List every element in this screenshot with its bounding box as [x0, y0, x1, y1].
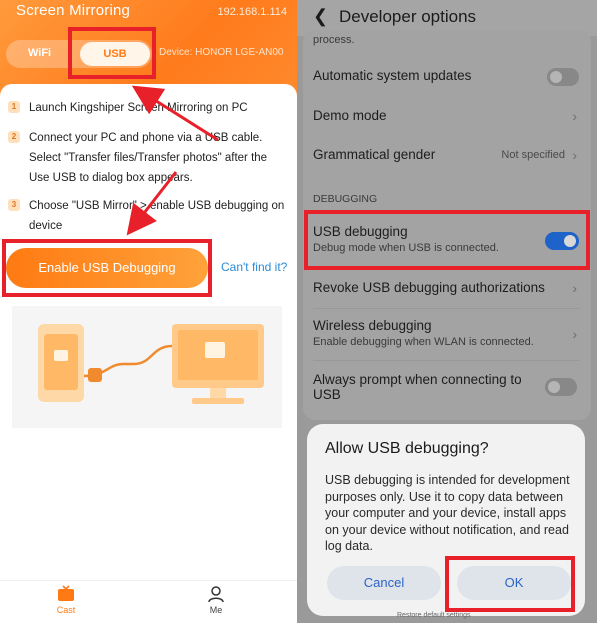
step-number: 2 [8, 131, 20, 143]
enable-usb-debugging-button[interactable]: Enable USB Debugging [6, 248, 208, 288]
cancel-button[interactable]: Cancel [327, 566, 441, 600]
cant-find-link[interactable]: Can't find it? [221, 260, 287, 274]
step-text: Launch Kingshiper Screen Mirroring on PC [29, 102, 248, 114]
tab-usb[interactable]: USB [80, 42, 150, 66]
setting-subtitle: Enable debugging when WLAN is connected. [313, 336, 534, 348]
chevron-right-icon: › [572, 326, 577, 342]
setting-label: Revoke USB debugging authorizations [313, 280, 545, 295]
phone-to-pc-illustration [38, 324, 264, 404]
always-prompt-toggle[interactable] [545, 378, 577, 396]
divider [313, 266, 579, 267]
step-number: 1 [8, 101, 20, 113]
device-label: Device: HONOR LGE-AN00 [159, 47, 284, 58]
setting-label: USB debugging [313, 224, 408, 239]
gender-value: Not specified [501, 149, 565, 161]
setting-wireless-debugging[interactable]: Wireless debugging Enable debugging when… [313, 318, 583, 348]
ok-button[interactable]: OK [457, 566, 571, 600]
setting-label: Grammatical gender [313, 147, 436, 162]
chevron-right-icon: › [572, 280, 577, 296]
setting-always-prompt[interactable]: Always prompt when connecting to USB [313, 372, 533, 402]
setting-subtitle: Debug mode when USB is connected. [313, 242, 499, 254]
debugging-section-header: DEBUGGING [313, 193, 378, 205]
chevron-right-icon: › [572, 108, 577, 124]
dialog-body: USB debugging is intended for developmen… [325, 473, 570, 553]
ip-address: 192.168.1.114 [217, 6, 287, 18]
connection-illustration [12, 306, 282, 428]
setting-label: Wireless debugging [313, 318, 432, 333]
tab-cast-label: Cast [56, 605, 76, 615]
setting-demo-mode[interactable]: Demo mode › [313, 108, 583, 124]
step-number: 3 [8, 199, 20, 211]
tab-me[interactable]: Me [186, 585, 246, 615]
setting-grammatical-gender[interactable]: Grammatical gender Not specified › [313, 147, 583, 163]
back-arrow-icon[interactable]: ❮ [313, 6, 328, 27]
user-icon [208, 586, 224, 603]
debugging-list: USB debugging Debug mode when USB is con… [303, 210, 591, 420]
usb-debugging-toggle[interactable] [545, 232, 579, 250]
footer-partial-text: Restore default settings [397, 612, 471, 619]
setting-revoke-authorizations[interactable]: Revoke USB debugging authorizations › [313, 280, 583, 296]
connection-mode-switch: WiFi USB [6, 40, 152, 68]
tab-me-label: Me [209, 605, 223, 615]
page-title: Developer options [339, 7, 477, 26]
app-title: Screen Mirroring [16, 2, 131, 19]
setting-label: Automatic system updates [313, 68, 472, 83]
cast-icon [58, 585, 74, 601]
mirroring-app-panel: Screen Mirroring 192.168.1.114 WiFi USB … [0, 0, 297, 623]
divider [313, 308, 579, 309]
partial-row-text: process. [313, 34, 355, 46]
dialog-title: Allow USB debugging? [325, 440, 489, 457]
developer-options-panel: ❮ Developer options process. Automatic s… [297, 0, 597, 623]
tab-wifi[interactable]: WiFi [28, 47, 51, 59]
divider [313, 360, 579, 361]
setting-auto-updates[interactable]: Automatic system updates [313, 68, 583, 86]
setting-label: Demo mode [313, 108, 387, 123]
step-text: Connect your PC and phone via a USB cabl… [29, 132, 268, 184]
allow-usb-debugging-dialog: Allow USB debugging? USB debugging is in… [307, 424, 585, 616]
chevron-right-icon: › [572, 147, 577, 163]
step-text: Choose "USB Mirror" > enable USB debuggi… [29, 200, 285, 232]
setting-usb-debugging[interactable]: USB debugging Debug mode when USB is con… [313, 224, 583, 254]
setting-label: Always prompt when connecting to USB [313, 372, 522, 402]
auto-updates-toggle[interactable] [547, 68, 579, 86]
bottom-tab-bar: Cast Me [0, 580, 297, 623]
tab-cast[interactable]: Cast [36, 585, 96, 615]
